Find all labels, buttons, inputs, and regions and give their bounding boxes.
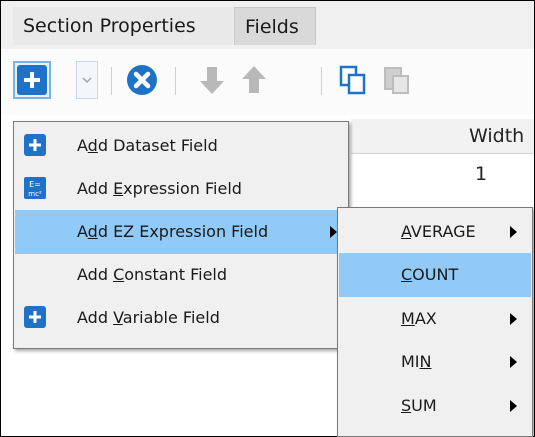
submenu-arrow-icon xyxy=(510,400,517,412)
toolbar xyxy=(1,49,534,115)
submenu-arrow-icon xyxy=(330,226,337,238)
submenu-item-label: MAX xyxy=(401,309,437,328)
submenu-arrow-icon xyxy=(510,313,517,325)
submenu-item-sum[interactable]: SUM xyxy=(339,384,531,428)
menu-item-label: Add Constant Field xyxy=(77,265,228,284)
plus-icon xyxy=(17,65,47,95)
submenu-item-min[interactable]: MIN xyxy=(339,340,531,384)
submenu-item-label: SUM xyxy=(401,396,437,415)
toolbar-separator xyxy=(321,67,322,95)
copy-button[interactable] xyxy=(334,61,372,99)
tab-fields[interactable]: Fields xyxy=(234,7,316,45)
submenu-arrow-icon xyxy=(510,356,517,368)
submenu-arrow-icon xyxy=(510,226,517,238)
dropdown-chevron-icon xyxy=(82,77,92,84)
svg-text:E=: E= xyxy=(29,180,41,189)
column-header-label: Width xyxy=(469,125,525,147)
ez-expression-submenu: AVERAGE COUNT MAX MIN SUM xyxy=(337,207,533,437)
submenu-item-label: AVERAGE xyxy=(401,222,476,241)
move-up-icon xyxy=(242,66,266,93)
grid-cell-width[interactable]: 1 xyxy=(351,154,534,192)
tab-bar: Section Properties Fields xyxy=(1,1,534,49)
copy-icon xyxy=(339,65,366,95)
paste-button[interactable] xyxy=(378,61,416,99)
column-header-width[interactable]: Width xyxy=(351,119,534,154)
plus-icon xyxy=(24,134,46,156)
submenu-item-count[interactable]: COUNT xyxy=(339,253,531,297)
plus-icon xyxy=(24,306,46,328)
menu-item-label: Add Dataset Field xyxy=(77,136,218,155)
menu-item-add-ez-expression-field[interactable]: Add EZ Expression Field xyxy=(15,210,347,254)
submenu-item-average[interactable]: AVERAGE xyxy=(339,210,531,254)
paste-icon xyxy=(384,67,409,94)
add-field-dropdown-button[interactable] xyxy=(76,61,98,99)
menu-item-add-constant-field[interactable]: Add Constant Field xyxy=(15,253,347,297)
add-field-menu: Add Dataset Field E= mc² Add Expression F… xyxy=(13,121,349,349)
tab-section-properties[interactable]: Section Properties xyxy=(13,7,233,45)
cell-value: 1 xyxy=(475,163,488,185)
submenu-item-label: MIN xyxy=(401,352,432,371)
menu-item-label: Add EZ Expression Field xyxy=(77,222,269,241)
delete-icon xyxy=(127,65,157,95)
menu-item-add-variable-field[interactable]: Add Variable Field xyxy=(15,296,347,340)
svg-text:mc²: mc² xyxy=(28,190,42,198)
menu-item-add-dataset-field[interactable]: Add Dataset Field xyxy=(15,124,347,168)
submenu-item-label: COUNT xyxy=(401,265,459,284)
menu-item-add-expression-field[interactable]: E= mc² Add Expression Field xyxy=(15,167,347,211)
toolbar-separator xyxy=(175,67,176,95)
expression-icon: E= mc² xyxy=(24,177,46,203)
submenu-item-max[interactable]: MAX xyxy=(339,297,531,341)
toolbar-separator xyxy=(111,67,112,95)
move-down-icon xyxy=(200,67,224,94)
move-down-button[interactable] xyxy=(193,61,231,99)
menu-item-label: Add Expression Field xyxy=(77,179,242,198)
delete-field-button[interactable] xyxy=(123,61,161,99)
fields-panel: Section Properties Fields Width 1 Add Da… xyxy=(0,0,535,437)
menu-item-label: Add Variable Field xyxy=(77,308,220,327)
add-field-button[interactable] xyxy=(13,61,51,99)
move-up-button[interactable] xyxy=(235,61,273,99)
